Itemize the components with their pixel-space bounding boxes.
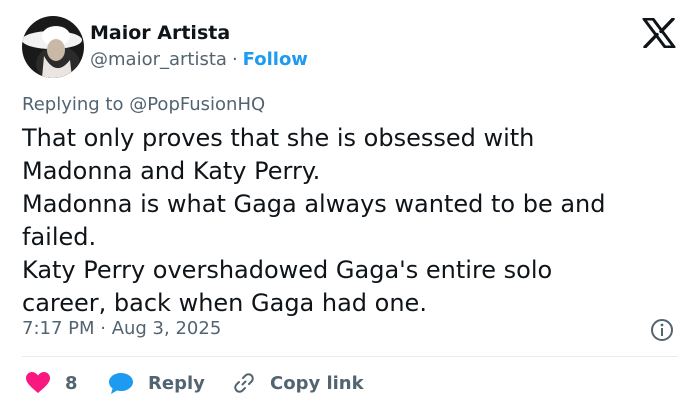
reply-mention-link[interactable]: @PopFusionHQ [129,94,265,115]
tweet-text-line: That only proves that she is obsessed wi… [22,124,535,152]
link-icon [234,373,254,393]
tweet-text-line: Katy Perry overshadowed Gaga's entire so… [22,256,553,284]
info-icon[interactable] [650,318,674,342]
copy-link-label: Copy link [270,372,364,394]
separator-dot: · [231,49,238,70]
action-bar: 8 Reply Copy link [22,368,678,398]
author-handle-line: @maior_artista · Follow [90,49,308,70]
reply-context: Replying to @PopFusionHQ [22,94,265,115]
speech-bubble-icon [109,373,133,394]
tweet-text-line: failed. [22,223,97,251]
x-logo-icon[interactable] [642,17,676,49]
author-name[interactable]: Maior Artista [90,22,230,44]
follow-button[interactable]: Follow [243,49,308,70]
tweet-card: Maior Artista @maior_artista · Follow Repl… [0,0,700,410]
tweet-text-line: career, back when Gaga had one. [22,289,427,317]
author-handle[interactable]: @maior_artista [90,49,227,70]
like-button[interactable]: 8 [25,368,78,398]
avatar[interactable] [22,16,84,78]
reply-button[interactable]: Reply [108,368,205,398]
tweet-text-line: Madonna is what Gaga always wanted to be… [22,190,606,218]
heart-icon [26,372,50,393]
tweet-text: That only proves that she is obsessed wi… [22,122,672,320]
avatar-image [22,16,84,78]
copy-link-button[interactable]: Copy link [232,368,364,398]
like-count: 8 [65,372,78,394]
tweet-timestamp[interactable]: 7:17 PM · Aug 3, 2025 [22,318,221,339]
tweet-text-line: Madonna and Katy Perry. [22,157,321,185]
divider [22,356,678,357]
reply-context-prefix: Replying to [22,94,124,115]
reply-label: Reply [148,372,205,394]
